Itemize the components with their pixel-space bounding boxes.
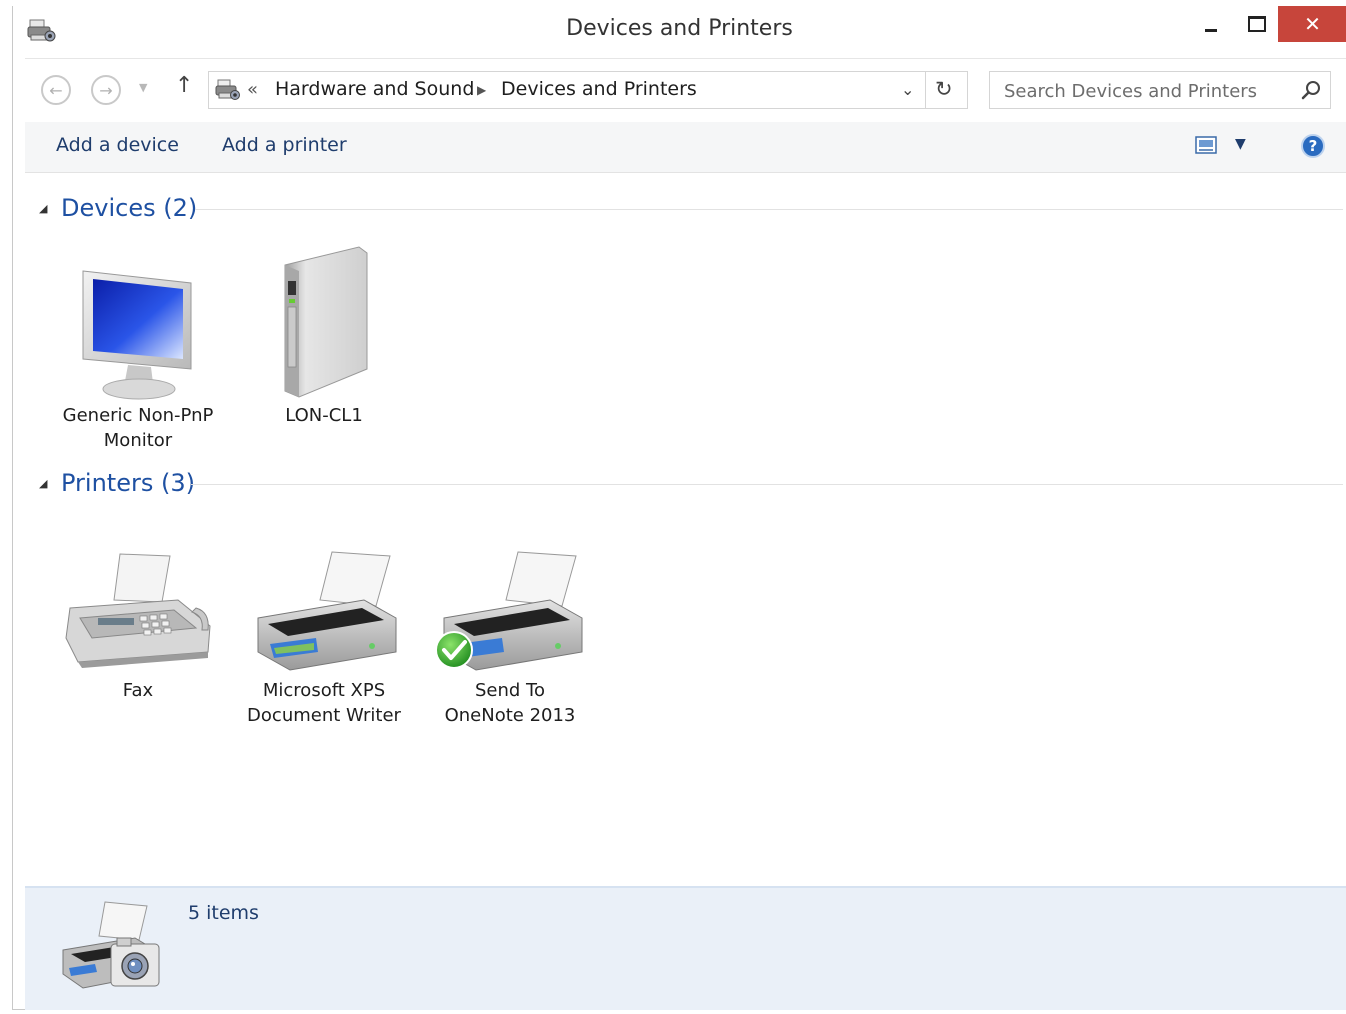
up-button[interactable]: ↑	[175, 73, 193, 98]
navigation-bar: ← → ▼ ↑ « Hardware and Sound ▶ Devices a…	[25, 58, 1346, 127]
printer-item-fax[interactable]: Fax	[50, 548, 226, 703]
forward-arrow-icon: →	[99, 80, 113, 100]
search-input[interactable]	[990, 72, 1296, 110]
breadcrumb-devices-and-printers[interactable]: Devices and Printers	[501, 78, 697, 100]
device-item-label: Generic Non-PnP Monitor	[62, 405, 214, 451]
close-icon: ✕	[1304, 12, 1321, 36]
devices-printers-large-icon	[62, 901, 160, 989]
devices-group-title: Devices (2)	[61, 194, 198, 222]
default-printer-checkmark-icon	[435, 631, 473, 669]
address-bar[interactable]: « Hardware and Sound ▶ Devices and Print…	[208, 71, 968, 109]
device-item-label: LON-CL1	[285, 405, 363, 426]
printer-default-icon	[435, 551, 583, 671]
address-divider	[925, 72, 926, 108]
printer-icon	[257, 551, 397, 671]
collapse-triangle-icon[interactable]: ◢	[39, 477, 47, 490]
fax-icon	[65, 553, 211, 668]
title-bar: Devices and Printers ✕	[13, 6, 1346, 56]
printer-item-onenote[interactable]: Send To OneNote 2013	[422, 548, 598, 728]
window: Devices and Printers ✕ ← → ▼ ↑ « Hardwar…	[12, 6, 1346, 1010]
minimize-icon	[1205, 28, 1217, 32]
help-icon[interactable]: ?	[1301, 134, 1325, 158]
group-divider	[195, 209, 1343, 210]
add-device-button[interactable]: Add a device	[56, 134, 179, 156]
search-box	[989, 71, 1331, 110]
group-divider	[191, 484, 1343, 485]
refresh-icon[interactable]: ↻	[935, 77, 953, 101]
up-arrow-icon: ↑	[175, 73, 194, 98]
window-title: Devices and Printers	[566, 16, 793, 41]
device-item-computer[interactable]: LON-CL1	[236, 241, 412, 428]
chevron-down-icon: ▼	[139, 81, 148, 94]
devices-group-header[interactable]: ◢ Devices (2)	[25, 190, 1343, 226]
view-options-dropdown-icon[interactable]: ▼	[1235, 136, 1246, 152]
printer-item-label: Send To OneNote 2013	[444, 680, 576, 726]
search-icon[interactable]	[1300, 79, 1322, 101]
back-arrow-icon: ←	[49, 80, 63, 100]
printers-group-header[interactable]: ◢ Printers (3)	[25, 465, 1343, 501]
collapse-triangle-icon[interactable]: ◢	[39, 202, 47, 215]
address-dropdown-icon[interactable]: ⌄	[901, 80, 914, 99]
printer-item-label: Microsoft XPS Document Writer	[247, 680, 401, 726]
close-button[interactable]: ✕	[1278, 6, 1346, 42]
maximize-button[interactable]	[1239, 6, 1275, 42]
change-view-icon[interactable]	[1195, 136, 1217, 154]
maximize-icon	[1248, 16, 1266, 32]
breadcrumb-hardware-and-sound[interactable]: Hardware and Sound	[275, 78, 474, 100]
printer-item-xps-writer[interactable]: Microsoft XPS Document Writer	[236, 548, 412, 728]
add-printer-button[interactable]: Add a printer	[222, 134, 347, 156]
recent-locations-button[interactable]: ▼	[139, 81, 147, 94]
computer-tower-icon	[284, 246, 368, 398]
breadcrumb-separator-icon[interactable]: ▶	[477, 83, 486, 97]
details-pane: 5 items	[25, 886, 1346, 1010]
printers-group-title: Printers (3)	[61, 469, 195, 497]
printer-item-label: Fax	[122, 680, 154, 701]
content-area: ◢ Devices (2) Generic Non-PnP Monitor LO…	[25, 173, 1346, 886]
command-bar: Add a device Add a printer ▼ ?	[25, 122, 1346, 173]
forward-button[interactable]: →	[91, 75, 121, 105]
minimize-button[interactable]	[1193, 6, 1229, 42]
monitor-icon	[82, 270, 192, 400]
back-button[interactable]: ←	[41, 75, 71, 105]
breadcrumb-overflow-icon[interactable]: «	[247, 79, 258, 100]
device-item-monitor[interactable]: Generic Non-PnP Monitor	[50, 241, 226, 453]
item-count: 5 items	[188, 902, 259, 924]
devices-printers-location-icon	[215, 79, 240, 100]
